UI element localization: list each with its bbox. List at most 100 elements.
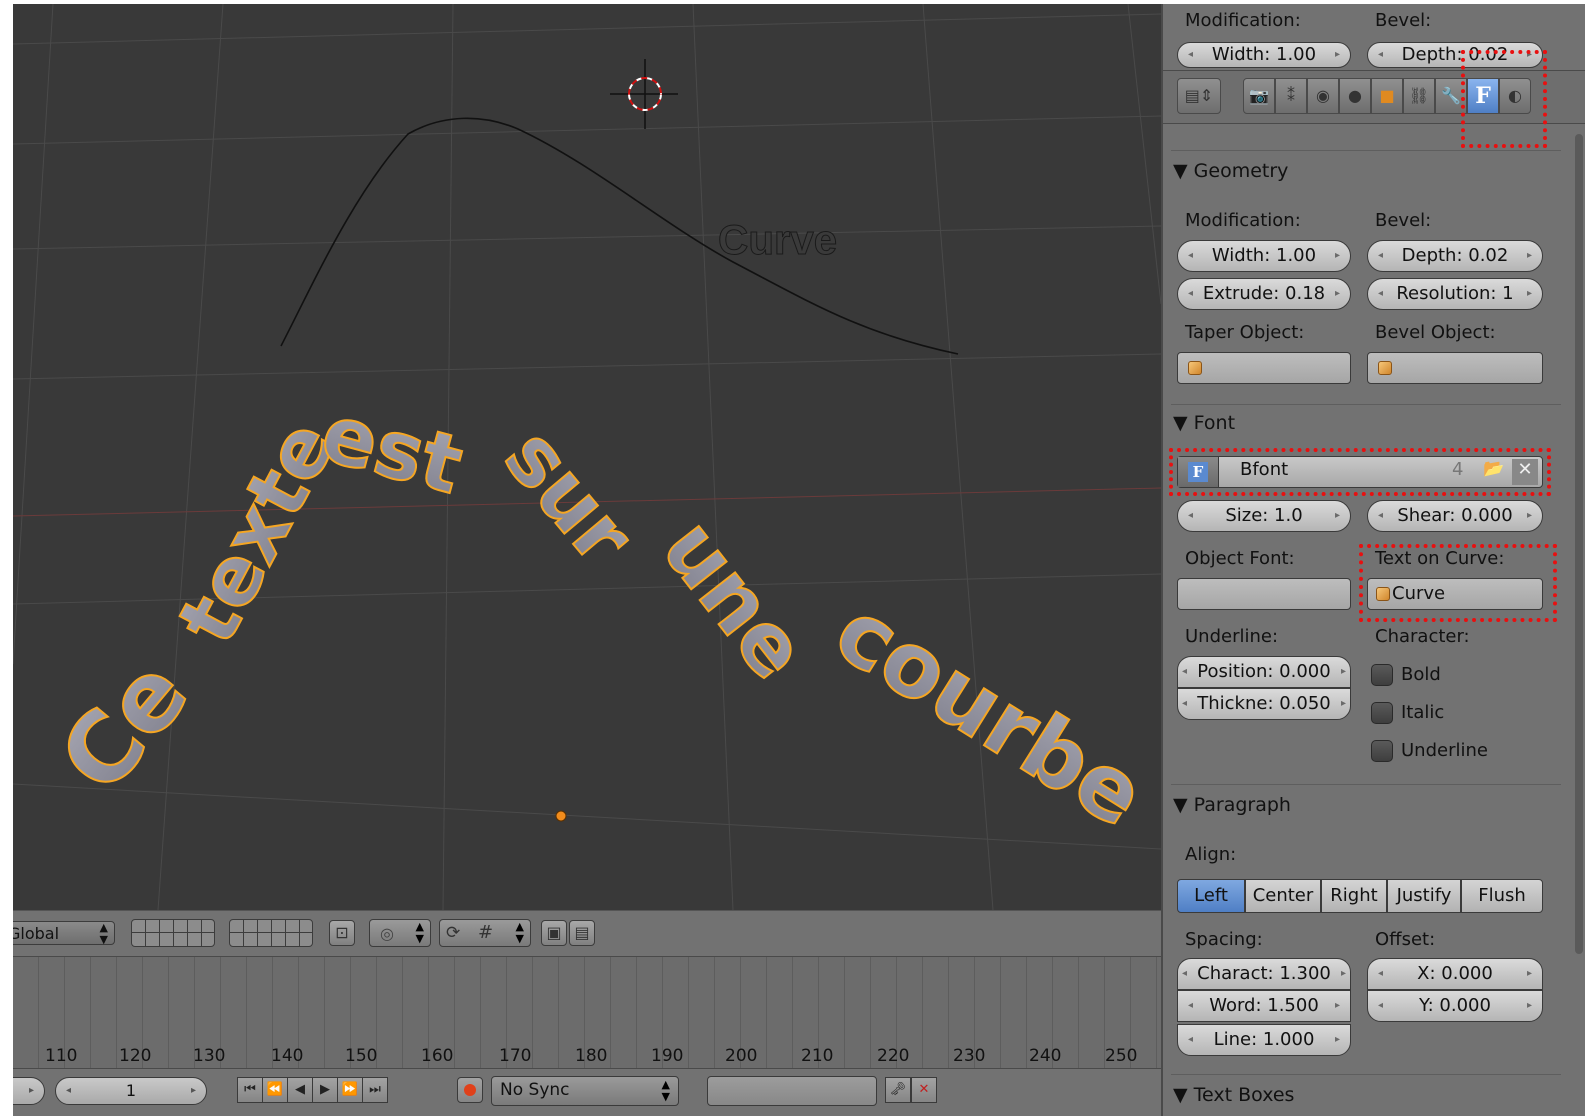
- underline-thickness-field[interactable]: ◂ Thickne: 0.050 ▸: [1177, 688, 1351, 720]
- viewport-canvas[interactable]: Ce texte est sur une courbe Curve: [13, 4, 1161, 910]
- sync-mode-label: No Sync: [500, 1080, 570, 1100]
- ruler-tick: 120: [119, 1046, 152, 1066]
- insert-keyframe-icon[interactable]: 🗝: [885, 1077, 911, 1103]
- world-tab-icon[interactable]: ●: [1339, 78, 1371, 114]
- character-spacing-field[interactable]: ◂ Charact: 1.300 ▸: [1177, 958, 1351, 990]
- record-icon[interactable]: [457, 1077, 483, 1103]
- render-layers-tab-icon[interactable]: ⁑: [1275, 78, 1307, 114]
- jump-end-icon[interactable]: ⏭: [362, 1077, 388, 1103]
- svg-text:est: est: [312, 386, 471, 512]
- align-justify-button[interactable]: Justify: [1387, 879, 1461, 913]
- ruler-tick: 190: [651, 1046, 684, 1066]
- align-left-button[interactable]: Left: [1177, 879, 1245, 913]
- snap-group[interactable]: ⟳ # ▲ ▼: [439, 919, 531, 947]
- highlight-font-tab: [1461, 50, 1547, 148]
- italic-label: Italic: [1401, 702, 1445, 723]
- taper-object-field[interactable]: [1177, 352, 1351, 384]
- constraints-tab-icon[interactable]: ⛓: [1403, 78, 1435, 114]
- bold-label: Bold: [1401, 664, 1441, 685]
- increment-icon[interactable]: ▸: [191, 1078, 196, 1104]
- section-divider: [1171, 1074, 1561, 1075]
- curve-object[interactable]: [280, 117, 959, 355]
- object-font-label: Object Font:: [1185, 548, 1295, 569]
- extrude-field[interactable]: ◂ Extrude: 0.18 ▸: [1177, 278, 1351, 310]
- italic-checkbox[interactable]: [1371, 702, 1393, 724]
- render-still-icon[interactable]: ▣: [541, 920, 567, 946]
- render-animation-icon[interactable]: ▤: [569, 920, 595, 946]
- ruler-tick: 110: [45, 1046, 78, 1066]
- underline-position-field[interactable]: ◂ Position: 0.000 ▸: [1177, 656, 1351, 688]
- character-label: Character:: [1375, 626, 1470, 647]
- ruler-tick: 130: [193, 1046, 226, 1066]
- offset-y-field[interactable]: ◂ Y: 0.000 ▸: [1367, 990, 1543, 1022]
- underline-check-label: Underline: [1401, 740, 1488, 761]
- align-center-button[interactable]: Center: [1245, 879, 1321, 913]
- word-spacing-field[interactable]: ◂ Word: 1.500 ▸: [1177, 990, 1351, 1022]
- section-divider: [1171, 784, 1561, 785]
- text-object[interactable]: Ce texte est sur une courbe: [38, 385, 1161, 848]
- snap-magnet-icon[interactable]: ⟳: [446, 923, 460, 943]
- current-frame-value: 1: [125, 1081, 137, 1100]
- ruler-tick: 160: [421, 1046, 454, 1066]
- align-flush-button[interactable]: Flush: [1461, 879, 1543, 913]
- jump-start-icon[interactable]: ⏮: [237, 1077, 263, 1103]
- select-arrows-icon: ▲ ▼: [515, 920, 524, 945]
- align-right-button[interactable]: Right: [1321, 879, 1387, 913]
- line-spacing-field[interactable]: ◂ Line: 1.000 ▸: [1177, 1024, 1351, 1056]
- ruler-tick: 230: [953, 1046, 986, 1066]
- decrement-icon[interactable]: ◂: [66, 1078, 71, 1104]
- start-frame-field[interactable]: ▸: [13, 1077, 45, 1105]
- jump-keyframe-forward-icon[interactable]: ⏩: [337, 1077, 363, 1103]
- pivot-icon: ◎: [380, 924, 394, 943]
- layer-buttons-a[interactable]: [131, 919, 215, 947]
- text-boxes-section-header[interactable]: ▼ Text Boxes: [1173, 1084, 1294, 1106]
- ruler-tick: 210: [801, 1046, 834, 1066]
- pivot-select[interactable]: ◎ ▲ ▼: [369, 919, 431, 947]
- scene-tab-icon[interactable]: ◉: [1307, 78, 1339, 114]
- render-tab-icon[interactable]: 📷: [1243, 78, 1275, 114]
- width-field[interactable]: ◂ Width: 1.00 ▸: [1177, 240, 1351, 272]
- 3d-viewport[interactable]: Ce texte est sur une courbe Curve: [13, 4, 1161, 910]
- object-font-field[interactable]: [1177, 578, 1351, 610]
- underline-checkbox[interactable]: [1371, 740, 1393, 762]
- select-arrows-icon: ▲ ▼: [661, 1078, 670, 1103]
- keying-set-field[interactable]: [707, 1076, 877, 1106]
- lock-camera-icon[interactable]: ⊡: [329, 920, 355, 946]
- play-reverse-icon[interactable]: ◀: [287, 1077, 313, 1103]
- properties-scrollbar[interactable]: [1575, 134, 1583, 954]
- current-frame-field[interactable]: ◂ 1 ▸: [55, 1077, 207, 1105]
- ruler-tick: 150: [345, 1046, 378, 1066]
- 3d-cursor-icon[interactable]: [610, 59, 678, 129]
- editor-type-select[interactable]: ▤⇕: [1177, 78, 1221, 114]
- delete-keyframe-icon[interactable]: ✕: [911, 1077, 937, 1103]
- ruler-tick: 250: [1105, 1046, 1138, 1066]
- bevel-object-field[interactable]: [1367, 352, 1543, 384]
- ruler-tick: 170: [499, 1046, 532, 1066]
- offset-x-field[interactable]: ◂ X: 0.000 ▸: [1367, 958, 1543, 990]
- align-label: Align:: [1185, 844, 1237, 865]
- section-divider: [1171, 150, 1561, 151]
- orientation-select[interactable]: Global ▲ ▼: [13, 921, 115, 946]
- bold-checkbox[interactable]: [1371, 664, 1393, 686]
- geometry-section-header[interactable]: ▼ Geometry: [1173, 160, 1288, 182]
- paragraph-section-header[interactable]: ▼ Paragraph: [1173, 794, 1291, 816]
- font-size-field[interactable]: ◂ Size: 1.0 ▸: [1177, 500, 1351, 532]
- underline-label: Underline:: [1185, 626, 1279, 647]
- offset-label: Offset:: [1375, 929, 1436, 950]
- timeline[interactable]: 110 120 130 140 150 160 170 180 190 200 …: [13, 956, 1161, 1069]
- properties-editor: Modification: Bevel: ◂ Width: 1.00 ▸ ◂ Dept…: [1161, 4, 1585, 1116]
- bevel-label-top: Bevel:: [1375, 10, 1432, 31]
- depth-field[interactable]: ◂ Depth: 0.02 ▸: [1367, 240, 1543, 272]
- bevel-label: Bevel:: [1375, 210, 1432, 231]
- sync-mode-select[interactable]: No Sync ▲ ▼: [491, 1076, 679, 1106]
- resolution-field[interactable]: ◂ Resolution: 1 ▸: [1367, 278, 1543, 310]
- layer-buttons-b[interactable]: [229, 919, 313, 947]
- play-icon[interactable]: ▶: [312, 1077, 338, 1103]
- object-tab-icon[interactable]: ■: [1371, 78, 1403, 114]
- jump-keyframe-back-icon[interactable]: ⏪: [262, 1077, 288, 1103]
- select-arrows-icon: ▲ ▼: [99, 921, 108, 946]
- width-field-top[interactable]: ◂ Width: 1.00 ▸: [1177, 42, 1351, 68]
- snap-grid-icon[interactable]: #: [478, 922, 493, 943]
- shear-field[interactable]: ◂ Shear: 0.000 ▸: [1367, 500, 1543, 532]
- font-section-header[interactable]: ▼ Font: [1173, 412, 1235, 434]
